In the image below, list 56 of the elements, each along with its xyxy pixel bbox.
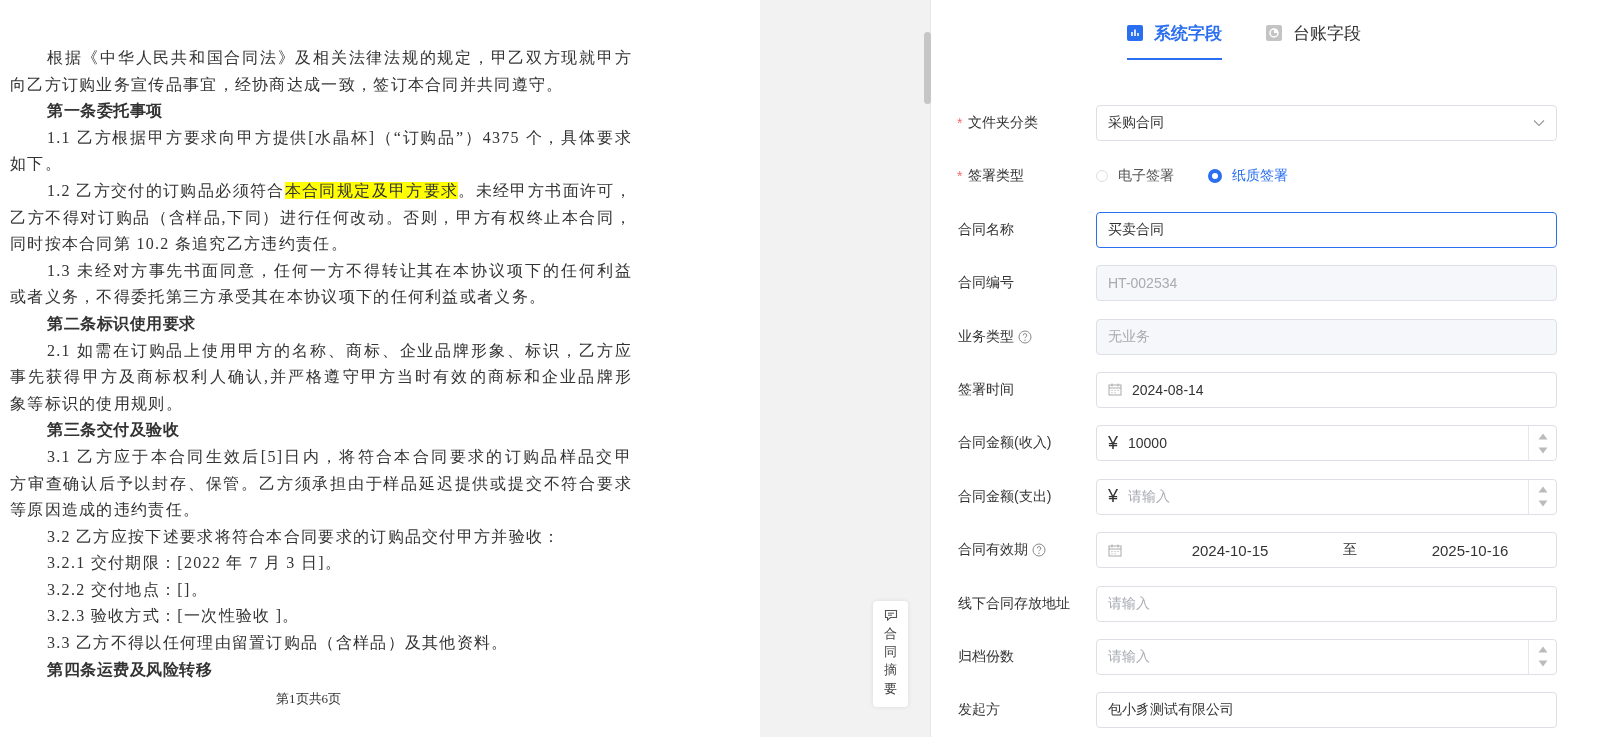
tab[interactable]: 台账字段 [1266, 22, 1361, 60]
text-field[interactable]: 买卖合同 [1096, 211, 1557, 248]
required-mark: * [957, 115, 963, 131]
field-label: 合同有效期 [958, 541, 1028, 560]
summary-button[interactable]: 合同摘要 [873, 601, 908, 707]
down-arrow-icon[interactable] [1537, 660, 1548, 668]
field-label: 签署时间 [958, 380, 1014, 399]
document-paragraph: 2.1 如需在订购品上使用甲方的名称、商标、企业品牌形象、标识，乙方应 事先获得甲方及商标权利人确认,并严格遵守甲方当时有效的商标和企业品牌形 象等标识的使用规则。 [10, 340, 632, 414]
field-label: 归档份数 [958, 647, 1014, 666]
document-paragraph: 1.1 乙方根据甲方要求向甲方提供[水晶杯]（“订购品”）4375 个，具体要求 如下。 [10, 127, 632, 175]
chevron-down-icon [1533, 119, 1545, 127]
down-arrow-icon[interactable] [1537, 500, 1548, 508]
down-arrow-icon[interactable] [1537, 446, 1548, 454]
document-paragraph: 1.3 未经对方事先书面同意，任何一方不得转让其在本协议项下的任何利益 或者义务，不得委托第三方承受其在本协议项下的任何利益或者义务。 [10, 260, 632, 308]
required-mark: * [957, 168, 963, 185]
document-paragraph: 3.1 乙方应于本合同生效后[5]日内，将符合本合同要求的订购品样品交甲 方审查确认后予以封存、保管。乙方须承担由于样品延迟提供或提交不符合要求 等原因造成的违约责任。 [10, 446, 632, 521]
pie-chart-icon [1266, 25, 1282, 41]
calendar-icon [1108, 543, 1122, 557]
document-paragraph: 3.2.3 验收方式：[一次性验收 ]。 [46, 606, 301, 627]
field-label: 合同金额(收入) [958, 434, 1052, 453]
number-field[interactable]: ¥ 请输入 [1096, 478, 1557, 515]
bar-chart-icon [1127, 25, 1143, 41]
text-field[interactable]: 包小豸测试有限公司 [1096, 692, 1557, 729]
field-label: 线下合同存放地址 [958, 594, 1070, 613]
document-paragraph: 第四条运费及风险转移 [46, 659, 213, 680]
radio-option[interactable]: 纸质签署 [1208, 167, 1288, 186]
page-number: 第1页共6页 [276, 691, 341, 708]
field-label: 业务类型 [958, 327, 1014, 346]
field-label: 合同编号 [958, 274, 1014, 293]
up-arrow-icon[interactable] [1537, 646, 1548, 654]
document-paragraph: 第二条标识使用要求 [46, 313, 197, 334]
tab[interactable]: 系统字段 [1127, 22, 1222, 60]
field-label: 合同名称 [958, 220, 1014, 239]
field-label: 签署类型 [968, 167, 1025, 186]
date-range-field[interactable]: 2024-10-15 至 2025-10-16 [1096, 532, 1557, 569]
document-paragraph: 第一条委托事项 [46, 101, 164, 122]
field-label: 合同金额(支出) [958, 487, 1052, 506]
radio-option[interactable]: 电子签署 [1096, 167, 1174, 186]
document-paragraph: 3.2.1 交付期限：[2022 年 7 月 3 日]。 [46, 553, 344, 574]
number-field[interactable]: ¥ 10000 [1096, 425, 1557, 462]
select-field[interactable]: 采购合同 [1096, 105, 1557, 141]
up-arrow-icon[interactable] [1537, 486, 1548, 494]
document-paragraph: 第三条交付及验收 [46, 420, 180, 441]
document-paragraph: 1.2 乙方交付的订购品必须符合本合同规定及甲方要求。未经甲方书面许可， 乙方不得对订购品（含样品,下同）进行任何改动。否则，甲方有权终止本合同， 同时按本合同第 10.2 条追究乙方违约责任。 [10, 180, 632, 255]
field-label: 发起方 [958, 701, 1000, 720]
comment-icon [883, 609, 898, 621]
document-paragraph: 3.2 乙方应按下述要求将符合本合同要求的订购品交付甲方并验收： [46, 526, 562, 547]
help-icon[interactable] [1032, 543, 1046, 558]
field-label: 文件夹分类 [968, 114, 1039, 132]
document-paragraph: 3.2.2 交付地点：[]。 [46, 579, 209, 600]
document-paragraph: 根据《中华人民共和国合同法》及相关法律法规的规定，甲乙双方现就甲方 向乙方订购业务宣传品事宜，经协商达成一致，签订本合同并共同遵守。 [10, 48, 632, 95]
calendar-icon [1108, 383, 1122, 397]
date-field[interactable]: 2024-08-14 [1096, 371, 1557, 408]
scrollbar-thumb[interactable] [924, 32, 931, 104]
document-paragraph: 3.3 乙方不得以任何理由留置订购品（含样品）及其他资料。 [46, 633, 510, 654]
up-arrow-icon[interactable] [1537, 432, 1548, 440]
